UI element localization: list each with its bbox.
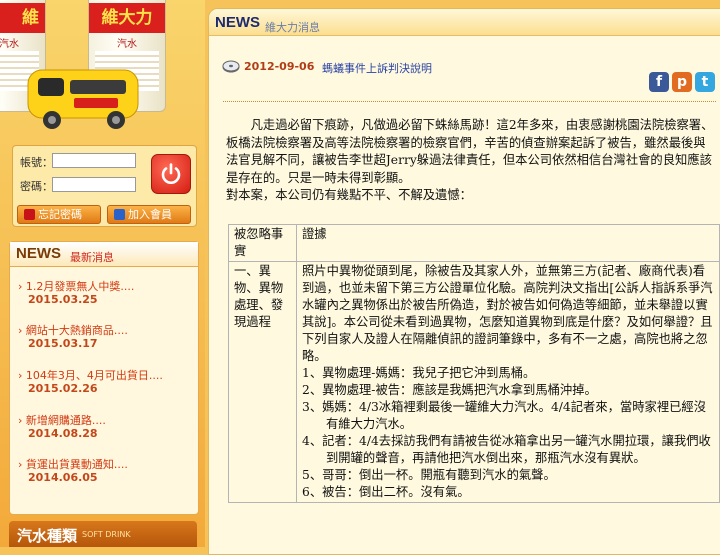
news-sidebar: NEWS 最新消息 › 1.2月發票無人中獎.... 2015.03.25 › … <box>9 241 199 515</box>
news-item-date: 2014.08.28 <box>28 427 98 440</box>
article-date: 2012-09-06 <box>244 60 315 73</box>
can-sub-text: 汽水 <box>0 39 19 50</box>
news-sidebar-subtitle: 最新消息 <box>70 251 114 264</box>
news-item[interactable]: › 新增網購通路.... 2014.08.28 <box>18 412 106 440</box>
key-icon <box>24 209 35 220</box>
main-header-title: NEWS <box>215 14 260 31</box>
member-icon <box>114 209 125 220</box>
evidence-item: 5、哥哥：倒出一杯。開瓶有聽到汽水的氣聲。 <box>302 468 556 482</box>
news-item-date: 2014.06.05 <box>28 471 98 484</box>
news-item-title[interactable]: › 104年3月、4月可出貨日.... <box>18 367 163 382</box>
evidence-item: 1、異物處理-媽媽：我兒子把它沖到馬桶。 <box>302 366 536 380</box>
news-sidebar-title: NEWS <box>16 245 61 262</box>
article-body: 凡走過必留下痕跡，凡做過必留下蛛絲馬跡！這2年多來，由衷感謝桃園法院檢察署、板橋… <box>226 117 716 205</box>
left-sidebar: 維 汽水 維大力 汽水 帳號： 密碼： 忘記密碼 加入會員 NEWS 最新消息 … <box>0 0 205 547</box>
password-input[interactable] <box>52 177 136 192</box>
news-item[interactable]: › 貨運出貨異動通知.... 2014.06.05 <box>18 456 128 484</box>
main-content: NEWS 維大力消息 2012-09-06 螞蟻事件上訴判決說明 f p t 凡… <box>205 0 720 555</box>
news-item[interactable]: › 104年3月、4月可出貨日.... 2015.02.26 <box>18 367 163 395</box>
table-row: 被忽略事實 證據 <box>228 224 720 262</box>
can-brand-text: 維 <box>0 3 45 33</box>
account-label: 帳號： <box>20 156 53 169</box>
main-header-subtitle: 維大力消息 <box>265 21 320 34</box>
soda-bus-icon <box>27 69 139 129</box>
article-paragraph: 凡走過必留下痕跡，凡做過必留下蛛絲馬跡！這2年多來，由衷感謝桃園法院檢察署、板橋… <box>226 118 714 185</box>
table-cell: 照片中異物從頭到尾，除被告及其家人外，並無第三方(記者、廠商代表)看到過，也並未… <box>296 261 720 503</box>
evidence-item: 3、媽媽：4/3冰箱裡剩最後一罐維大力汽水。4/4記者來，當時家裡已經沒有維大力… <box>302 400 707 431</box>
can-brand-text: 維大力 <box>89 3 165 33</box>
news-item[interactable]: › 網站十大熱銷商品.... 2015.03.17 <box>18 322 128 350</box>
power-icon <box>161 163 181 184</box>
cd-disc-icon <box>222 60 240 73</box>
login-panel: 帳號： 密碼： 忘記密碼 加入會員 <box>12 145 197 227</box>
news-item-title[interactable]: › 貨運出貨異動通知.... <box>18 456 128 471</box>
evidence-item: 6、被告：倒出二杯。沒有氣。 <box>302 485 470 499</box>
facts-table: 被忽略事實 證據 一、異物、異物處理、發現過程 照片中異物從頭到尾，除被告及其家… <box>228 224 720 503</box>
soda-types-subtitle: SOFT DRINK <box>82 530 131 539</box>
news-item-date: 2015.03.17 <box>28 337 98 350</box>
plurk-icon[interactable]: p <box>672 72 692 92</box>
password-label: 密碼： <box>20 180 53 193</box>
news-item-title[interactable]: › 1.2月發票無人中獎.... <box>18 278 134 293</box>
news-item-title[interactable]: › 新增網購通路.... <box>18 412 106 427</box>
table-header-cell: 被忽略事實 <box>228 224 297 262</box>
soda-types-header: 汽水種類 SOFT DRINK <box>9 521 197 547</box>
evidence-item: 4、記者：4/4去採訪我們有請被告從冰箱拿出另一罐汽水開拉環，讓我們收到開罐的聲… <box>302 434 711 465</box>
forgot-password-button[interactable]: 忘記密碼 <box>17 205 101 224</box>
news-item-title[interactable]: › 網站十大熱銷商品.... <box>18 322 128 337</box>
twitter-icon[interactable]: t <box>695 72 715 92</box>
article-panel: NEWS 維大力消息 2012-09-06 螞蟻事件上訴判決說明 f p t 凡… <box>208 8 720 555</box>
join-member-button[interactable]: 加入會員 <box>107 205 191 224</box>
can-sub-text: 汽水 <box>117 39 137 50</box>
table-row: 一、異物、異物處理、發現過程 照片中異物從頭到尾，除被告及其家人外，並無第三方(… <box>228 261 720 503</box>
evidence-intro: 照片中異物從頭到尾，除被告及其家人外，並無第三方(記者、廠商代表)看到過，也並未… <box>302 264 713 363</box>
news-item[interactable]: › 1.2月發票無人中獎.... 2015.03.25 <box>18 278 134 306</box>
product-banner: 維 汽水 維大力 汽水 <box>0 0 205 140</box>
news-sidebar-header: NEWS 最新消息 <box>10 242 198 267</box>
article-paragraph: 對本案，本公司仍有幾點不平、不解及遺憾： <box>226 188 472 202</box>
evidence-item: 2、異物處理-被告：應該是我媽把汽水拿到馬桶沖掉。 <box>302 383 597 397</box>
account-input[interactable] <box>52 153 136 168</box>
table-header-cell: 證據 <box>296 224 720 262</box>
table-cell: 一、異物、異物處理、發現過程 <box>228 261 297 503</box>
login-power-button[interactable] <box>151 154 191 194</box>
soda-types-title: 汽水種類 <box>17 527 78 545</box>
news-item-date: 2015.02.26 <box>28 382 98 395</box>
facebook-icon[interactable]: f <box>649 72 669 92</box>
article-title[interactable]: 螞蟻事件上訴判決說明 <box>322 60 432 76</box>
main-header: NEWS 維大力消息 <box>209 9 720 36</box>
news-item-date: 2015.03.25 <box>28 293 98 306</box>
article-divider <box>223 101 716 102</box>
